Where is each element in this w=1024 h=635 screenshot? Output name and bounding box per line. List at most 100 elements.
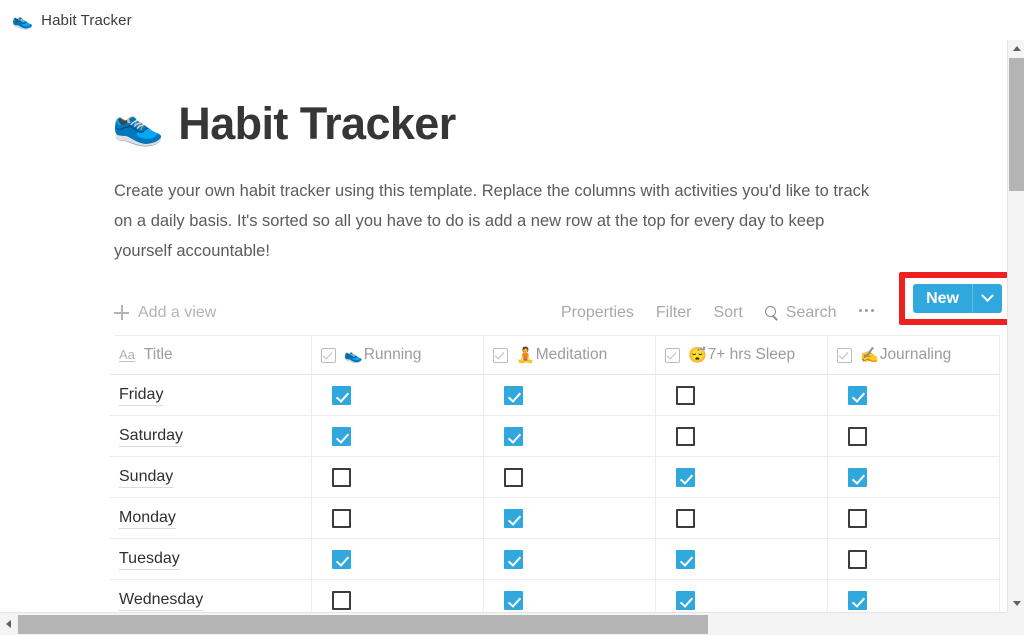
triangle-down-icon [1012,601,1021,606]
properties-button[interactable]: Properties [561,304,634,322]
checkbox-checked-icon[interactable] [676,549,695,569]
checkbox-unchecked-icon[interactable] [848,549,867,569]
checkbox-cell[interactable] [828,539,1000,579]
checkbox-cell[interactable] [656,539,828,579]
column-header-label: Meditation [535,346,608,363]
new-button-highlight: New [899,272,1007,325]
row-title-cell[interactable]: Saturday [110,416,312,456]
more-options-icon[interactable] [858,308,874,317]
checkbox-cell[interactable] [484,580,656,612]
checkbox-checked-icon[interactable] [332,426,351,446]
row-title-cell[interactable]: Tuesday [110,539,312,579]
scroll-up-button[interactable] [1008,40,1024,57]
checkbox-unchecked-icon[interactable] [332,467,351,487]
checkbox-cell[interactable] [656,416,828,456]
plus-icon [114,305,129,320]
add-view-button[interactable]: Add a view [114,304,216,322]
checkbox-unchecked-icon[interactable] [848,426,867,446]
column-header-label: Title [143,346,173,363]
triangle-left-icon [6,620,11,628]
checkbox-cell[interactable] [484,416,656,456]
checkbox-checked-icon[interactable] [676,590,695,610]
checkbox-checked-icon[interactable] [332,385,351,405]
table-row: Monday [110,498,1000,539]
new-button[interactable]: New [913,284,1002,313]
scroll-down-button[interactable] [1008,595,1024,612]
checkbox-unchecked-icon[interactable] [848,508,867,528]
meditation-person-icon: 🧘 [516,346,535,364]
page-title-text: Habit Tracker [178,98,456,149]
checkbox-checked-icon[interactable] [504,426,523,446]
checkbox-checked-icon[interactable] [848,590,867,610]
checkbox-cell[interactable] [312,416,484,456]
row-title-cell[interactable]: Wednesday [110,580,312,612]
habit-table: Aa Title 👟 Running 🧘 Meditation 😴 7+ hrs… [110,336,1000,612]
checkbox-cell[interactable] [656,580,828,612]
checkbox-cell[interactable] [312,539,484,579]
checkbox-unchecked-icon[interactable] [676,508,695,528]
vertical-scrollbar[interactable] [1007,40,1024,612]
table-row: Saturday [110,416,1000,457]
checkbox-checked-icon[interactable] [504,508,523,528]
checkbox-unchecked-icon[interactable] [676,426,695,446]
checkbox-cell[interactable] [828,375,1000,415]
app-title: Habit Tracker [41,11,132,29]
checkbox-cell[interactable] [828,580,1000,612]
checkbox-cell[interactable] [312,580,484,612]
view-toolbar: Add a view Properties Filter Sort Search… [114,272,1007,336]
column-header-sleep[interactable]: 😴 7+ hrs Sleep [656,336,828,374]
checkbox-type-icon [665,347,680,363]
page-description: Create your own habit tracker using this… [114,182,870,260]
row-title-label: Tuesday [119,549,180,570]
column-header-title[interactable]: Aa Title [110,336,312,374]
checkbox-type-icon [837,347,852,363]
filter-button[interactable]: Filter [656,304,692,322]
search-button[interactable]: Search [764,303,837,322]
checkbox-checked-icon[interactable] [504,385,523,405]
checkbox-checked-icon[interactable] [848,385,867,405]
vertical-scroll-thumb[interactable] [1009,58,1024,191]
table-row: Sunday [110,457,1000,498]
column-header-running[interactable]: 👟 Running [312,336,484,374]
checkbox-cell[interactable] [484,539,656,579]
search-label: Search [785,303,837,321]
horizontal-scroll-thumb[interactable] [18,615,708,634]
checkbox-cell[interactable] [828,416,1000,456]
sort-button[interactable]: Sort [713,304,742,322]
checkbox-cell[interactable] [656,457,828,497]
new-button-label: New [926,289,959,307]
checkbox-cell[interactable] [484,498,656,538]
checkbox-unchecked-icon[interactable] [332,508,351,528]
row-title-cell[interactable]: Monday [110,498,312,538]
checkbox-cell[interactable] [312,498,484,538]
checkbox-type-icon [321,347,336,363]
column-header-label: Journaling [879,346,952,363]
checkbox-cell[interactable] [484,457,656,497]
row-title-cell[interactable]: Friday [110,375,312,415]
checkbox-cell[interactable] [656,498,828,538]
checkbox-unchecked-icon[interactable] [504,467,523,487]
horizontal-scrollbar[interactable] [0,612,1024,635]
checkbox-checked-icon[interactable] [332,549,351,569]
checkbox-checked-icon[interactable] [676,467,695,487]
checkbox-unchecked-icon[interactable] [676,385,695,405]
checkbox-cell[interactable] [484,375,656,415]
checkbox-cell[interactable] [312,457,484,497]
checkbox-checked-icon[interactable] [504,590,523,610]
running-shoe-icon: 👟 [12,10,34,30]
checkbox-unchecked-icon[interactable] [332,590,351,610]
new-button-dropdown[interactable] [972,284,1002,313]
checkbox-cell[interactable] [656,375,828,415]
writing-hand-icon: ✍️ [860,346,879,364]
checkbox-checked-icon[interactable] [504,549,523,569]
checkbox-cell[interactable] [828,498,1000,538]
table-body: Friday Saturday Sunday Monday Tuesday Wednesd… [110,375,1000,612]
scroll-left-button[interactable] [0,613,17,635]
row-title-cell[interactable]: Sunday [110,457,312,497]
column-header-meditation[interactable]: 🧘 Meditation [484,336,656,374]
checkbox-cell[interactable] [828,457,1000,497]
add-view-label: Add a view [138,303,217,321]
column-header-journaling[interactable]: ✍️ Journaling [828,336,1000,374]
checkbox-cell[interactable] [312,375,484,415]
checkbox-checked-icon[interactable] [848,467,867,487]
